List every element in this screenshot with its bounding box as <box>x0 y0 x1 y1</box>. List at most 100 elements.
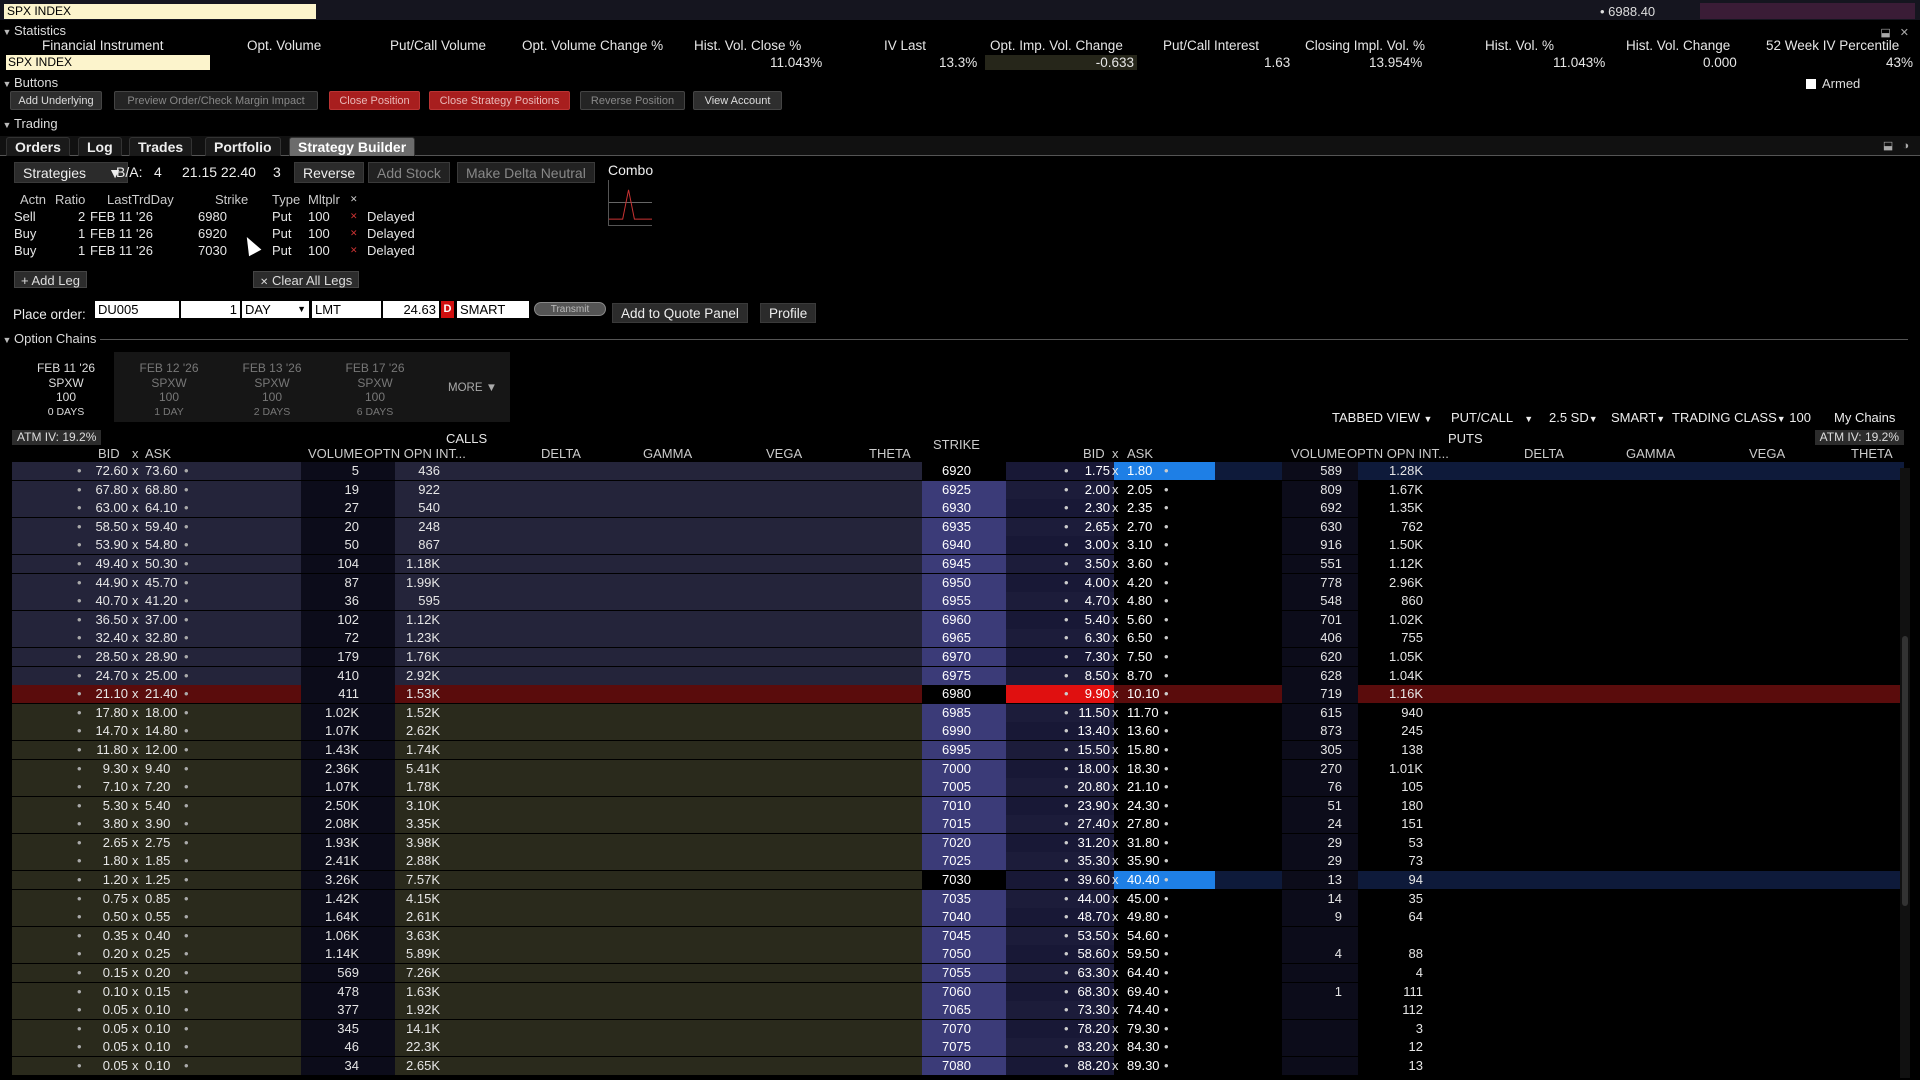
put-bid[interactable]: 83.20 <box>1077 1039 1110 1054</box>
view-mode-dropdown[interactable]: TABBED VIEW ▼ <box>1332 410 1432 425</box>
chain-row[interactable]: • 0.05 x 0.10 • 377 1.92K 7065 • 73.30 x 74.40 • 112 <box>12 1001 1904 1020</box>
call-ask[interactable]: 73.60 <box>145 463 178 478</box>
strike-price[interactable]: 7050 <box>942 946 971 961</box>
make-delta-neutral-button[interactable]: Make Delta Neutral <box>457 162 595 183</box>
chain-row[interactable]: • 14.70 x 14.80 • 1.07K 2.62K 6990 • 13.40 x 13.60 •… <box>12 722 1904 741</box>
call-bid[interactable]: 0.75 <box>103 891 128 906</box>
strike-price[interactable]: 7045 <box>942 928 971 943</box>
call-ask[interactable]: 1.85 <box>145 853 170 868</box>
profile-button[interactable]: Profile <box>760 303 817 323</box>
put-ask[interactable]: 89.30 <box>1127 1058 1160 1073</box>
call-ask[interactable]: 25.00 <box>145 668 178 683</box>
remove-leg-icon[interactable]: ✕ <box>350 211 358 222</box>
close-strategy-button[interactable]: Close Strategy Positions <box>429 91 570 110</box>
col-put-ask[interactable]: ASK <box>1127 446 1153 461</box>
buttons-header[interactable]: ▼ Buttons <box>0 75 1920 91</box>
expiry-tile[interactable]: FEB 13 '26 SPXW 100 2 DAYS <box>224 352 320 422</box>
chain-row[interactable]: • 72.60 x 73.60 • 5 436 6920 • 1.75 x 1.80 • 589 1.28K <box>12 462 1904 481</box>
call-ask[interactable]: 0.10 <box>145 1058 170 1073</box>
chain-row[interactable]: • 58.50 x 59.40 • 20 248 6935 • 2.65 x 2.70 • 630 762 <box>12 517 1904 537</box>
put-ask[interactable]: 2.70 <box>1127 519 1152 534</box>
strike-price[interactable]: 7010 <box>942 798 971 813</box>
chain-row[interactable]: • 17.80 x 18.00 • 1.02K 1.52K 6985 • 11.50 x 11.70 •… <box>12 703 1904 723</box>
call-ask[interactable]: 0.10 <box>145 1021 170 1036</box>
strike-price[interactable]: 6975 <box>942 668 971 683</box>
call-ask[interactable]: 59.40 <box>145 519 178 534</box>
chain-row[interactable]: • 36.50 x 37.00 • 102 1.12K 6960 • 5.40 x 5.60 • 701 1… <box>12 610 1904 630</box>
chain-row[interactable]: • 49.40 x 50.30 • 104 1.18K 6945 • 3.50 x 3.60 • 551 1… <box>12 554 1904 574</box>
strike-price[interactable]: 6995 <box>942 742 971 757</box>
call-bid[interactable]: 0.15 <box>103 965 128 980</box>
call-bid[interactable]: 0.10 <box>103 984 128 999</box>
chain-row[interactable]: • 0.75 x 0.85 • 1.42K 4.15K 7035 • 44.00 x 45.00 • 14… <box>12 889 1904 909</box>
reverse-button[interactable]: Reverse <box>294 162 365 183</box>
leg-action[interactable]: Buy <box>14 226 36 241</box>
chain-row[interactable]: • 0.35 x 0.40 • 1.06K 3.63K 7045 • 53.50 x 54.60 • <box>12 926 1904 946</box>
expiry-tile[interactable]: FEB 12 '26 SPXW 100 1 DAY <box>121 352 217 422</box>
put-bid[interactable]: 4.70 <box>1085 593 1110 608</box>
strike-price[interactable]: 7065 <box>942 1002 971 1017</box>
strike-price[interactable]: 6920 <box>942 463 971 478</box>
strike-price[interactable]: 7035 <box>942 891 971 906</box>
call-bid[interactable]: 17.80 <box>95 705 128 720</box>
remove-leg-icon[interactable]: ✕ <box>350 228 358 239</box>
panel-controls[interactable]: ⬓ ◑ <box>1883 139 1912 152</box>
put-ask[interactable]: 24.30 <box>1127 798 1160 813</box>
put-bid[interactable]: 6.30 <box>1085 630 1110 645</box>
strike-price[interactable]: 6980 <box>942 686 971 701</box>
call-bid[interactable]: 67.80 <box>95 482 128 497</box>
col-put-volume[interactable]: VOLUME <box>1291 446 1346 461</box>
put-ask[interactable]: 64.40 <box>1127 965 1160 980</box>
strike-price[interactable]: 6990 <box>942 723 971 738</box>
call-bid[interactable]: 32.40 <box>95 630 128 645</box>
put-bid[interactable]: 44.00 <box>1077 891 1110 906</box>
call-ask[interactable]: 5.40 <box>145 798 170 813</box>
strike-price[interactable]: 6985 <box>942 705 971 720</box>
call-ask[interactable]: 0.85 <box>145 891 170 906</box>
limit-price-field[interactable]: 24.63 <box>383 301 439 318</box>
clear-all-legs-button[interactable]: ✕ Clear All Legs <box>253 271 360 288</box>
call-ask[interactable]: 50.30 <box>145 556 178 571</box>
put-bid[interactable]: 58.60 <box>1077 946 1110 961</box>
view-account-button[interactable]: View Account <box>693 91 782 110</box>
call-bid[interactable]: 63.00 <box>95 500 128 515</box>
strike-price[interactable]: 6970 <box>942 649 971 664</box>
call-bid[interactable]: 0.35 <box>103 928 128 943</box>
put-ask[interactable]: 3.60 <box>1127 556 1152 571</box>
put-bid[interactable]: 73.30 <box>1077 1002 1110 1017</box>
put-bid[interactable]: 31.20 <box>1077 835 1110 850</box>
chain-row[interactable]: • 53.90 x 54.80 • 50 867 6940 • 3.00 x 3.10 • 916 1.50… <box>12 536 1904 555</box>
expiry-tile[interactable]: FEB 17 '26 SPXW 100 6 DAYS <box>327 352 423 422</box>
option-chains-header[interactable]: ▼ Option Chains <box>0 331 1920 347</box>
chain-row[interactable]: • 67.80 x 68.80 • 19 922 6925 • 2.00 x 2.05 • 809 1.67… <box>12 480 1904 500</box>
armed-toggle[interactable]: Armed <box>1806 76 1860 91</box>
call-bid[interactable]: 24.70 <box>95 668 128 683</box>
chain-row[interactable]: • 0.10 x 0.15 • 478 1.63K 7060 • 68.30 x 69.40 • 1 111 <box>12 982 1904 1002</box>
tab-portfolio[interactable]: Portfolio <box>205 137 281 156</box>
call-ask[interactable]: 0.55 <box>145 909 170 924</box>
collapse-triangle-icon[interactable]: ▼ <box>0 76 14 92</box>
call-bid[interactable]: 1.20 <box>103 872 128 887</box>
add-stock-button[interactable]: Add Stock <box>368 162 450 183</box>
chain-row[interactable]: • 24.70 x 25.00 • 410 2.92K 6975 • 8.50 x 8.70 • 628 1… <box>12 666 1904 686</box>
call-ask[interactable]: 32.80 <box>145 630 178 645</box>
chain-row[interactable]: • 0.15 x 0.20 • 569 7.26K 7055 • 63.30 x 64.40 • 4 <box>12 964 1904 983</box>
strike-price[interactable]: 7075 <box>942 1039 971 1054</box>
strike-price[interactable]: 7025 <box>942 853 971 868</box>
call-bid[interactable]: 58.50 <box>95 519 128 534</box>
col-call-delta[interactable]: DELTA <box>541 446 581 461</box>
put-ask[interactable]: 4.20 <box>1127 575 1152 590</box>
call-bid[interactable]: 28.50 <box>95 649 128 664</box>
transmit-button[interactable]: Transmit <box>534 302 606 316</box>
call-ask[interactable]: 41.20 <box>145 593 178 608</box>
col-call-gamma[interactable]: GAMMA <box>643 446 692 461</box>
put-bid[interactable]: 27.40 <box>1077 816 1110 831</box>
collapse-triangle-icon[interactable]: ▼ <box>0 117 14 133</box>
col-put-vega[interactable]: VEGA <box>1749 446 1785 461</box>
call-bid[interactable]: 7.10 <box>103 779 128 794</box>
call-bid[interactable]: 44.90 <box>95 575 128 590</box>
chain-row[interactable]: • 9.30 x 9.40 • 2.36K 5.41K 7000 • 18.00 x 18.30 • 27… <box>12 759 1904 779</box>
call-bid[interactable]: 49.40 <box>95 556 128 571</box>
strike-price[interactable]: 6930 <box>942 500 971 515</box>
call-bid[interactable]: 72.60 <box>95 463 128 478</box>
